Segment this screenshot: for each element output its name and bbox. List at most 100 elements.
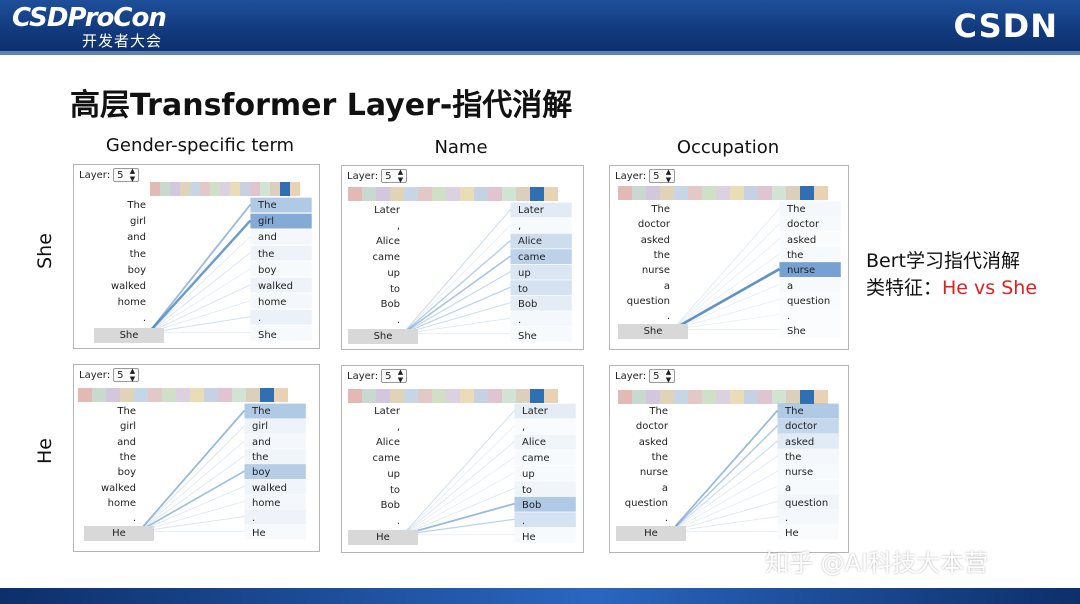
right-token[interactable]: Bob xyxy=(515,297,573,312)
attention-head-swatch[interactable] xyxy=(632,390,646,404)
attention-head-swatch[interactable] xyxy=(716,390,730,404)
attention-head-swatch[interactable] xyxy=(230,182,240,196)
attention-head-swatch[interactable] xyxy=(646,186,660,200)
attention-head-swatch[interactable] xyxy=(800,186,814,200)
right-token[interactable]: He xyxy=(782,526,840,541)
right-token[interactable]: the xyxy=(249,450,307,465)
attention-head-swatch[interactable] xyxy=(530,389,544,403)
right-token[interactable]: a xyxy=(782,481,840,496)
right-token[interactable]: the xyxy=(255,247,313,262)
attention-head-swatch[interactable] xyxy=(730,390,744,404)
right-token[interactable]: She xyxy=(784,324,842,339)
attention-head-swatch[interactable] xyxy=(618,390,632,404)
right-token[interactable]: . xyxy=(784,309,842,324)
attention-head-swatch[interactable] xyxy=(270,182,280,196)
attention-head-swatch[interactable] xyxy=(744,390,758,404)
left-token[interactable]: . xyxy=(610,511,668,526)
left-token[interactable]: nurse xyxy=(610,465,668,480)
left-token[interactable]: Bob xyxy=(342,498,400,513)
attention-head-swatch[interactable] xyxy=(516,187,530,201)
left-token[interactable]: Alice xyxy=(342,435,400,450)
right-token[interactable]: a xyxy=(784,279,842,294)
attention-head-swatch[interactable] xyxy=(92,388,106,402)
attention-head-swatch[interactable] xyxy=(702,186,716,200)
right-token[interactable]: He xyxy=(249,526,307,541)
attention-head-swatch[interactable] xyxy=(418,187,432,201)
left-token[interactable]: the xyxy=(86,247,146,262)
query-token[interactable]: He xyxy=(616,526,686,542)
attention-head-swatch[interactable] xyxy=(274,388,288,402)
attention-head-swatch[interactable] xyxy=(758,186,772,200)
attention-head-swatch[interactable] xyxy=(786,186,800,200)
attention-head-swatch[interactable] xyxy=(390,187,404,201)
attention-head-swatch[interactable] xyxy=(502,187,516,201)
attention-head-swatch[interactable] xyxy=(446,389,460,403)
attention-head-swatch[interactable] xyxy=(220,182,230,196)
attention-head-swatch[interactable] xyxy=(148,388,162,402)
attention-head-swatch[interactable] xyxy=(814,390,828,404)
query-token[interactable]: She xyxy=(348,328,418,344)
attention-head-swatch[interactable] xyxy=(232,388,246,402)
right-token[interactable]: to xyxy=(515,282,573,297)
attention-head-swatch[interactable] xyxy=(716,186,730,200)
right-token[interactable]: to xyxy=(519,483,577,498)
right-token[interactable]: the xyxy=(784,248,842,263)
attention-head-swatch[interactable] xyxy=(530,187,544,201)
attention-head-swatch[interactable] xyxy=(516,389,530,403)
right-token[interactable]: up xyxy=(519,467,577,482)
query-token[interactable]: He xyxy=(84,526,154,542)
left-token[interactable]: The xyxy=(86,198,146,213)
left-token[interactable]: . xyxy=(76,511,136,526)
left-token[interactable]: the xyxy=(76,450,136,465)
left-token[interactable]: nurse xyxy=(610,263,670,278)
attention-head-swatch[interactable] xyxy=(246,388,260,402)
right-token[interactable]: walked xyxy=(249,481,307,496)
attention-head-swatch[interactable] xyxy=(190,182,200,196)
left-token[interactable]: doctor xyxy=(610,419,668,434)
attention-head-swatch[interactable] xyxy=(180,182,190,196)
attention-head-swatch[interactable] xyxy=(240,182,250,196)
attention-head-swatch[interactable] xyxy=(432,389,446,403)
attention-head-swatch[interactable] xyxy=(674,186,688,200)
left-token[interactable]: question xyxy=(610,496,668,511)
attention-head-swatch[interactable] xyxy=(200,182,210,196)
right-token[interactable]: She xyxy=(515,329,573,344)
query-token[interactable]: She xyxy=(94,327,164,343)
attention-head-swatch[interactable] xyxy=(190,388,204,402)
right-token[interactable]: The xyxy=(782,404,840,419)
left-token[interactable]: . xyxy=(86,311,146,326)
layer-select[interactable]: 5 ▲▼ xyxy=(649,368,676,384)
right-token[interactable]: doctor xyxy=(782,419,840,434)
attention-head-swatch[interactable] xyxy=(280,182,290,196)
attention-head-swatch[interactable] xyxy=(162,388,176,402)
attention-head-swatch[interactable] xyxy=(348,187,362,201)
right-token[interactable]: . xyxy=(782,511,840,526)
right-token[interactable]: Bob xyxy=(519,498,577,513)
right-token[interactable]: Alice xyxy=(515,234,573,249)
attention-head-swatch[interactable] xyxy=(502,389,516,403)
left-token[interactable]: Alice xyxy=(342,234,400,249)
right-token[interactable]: and xyxy=(249,435,307,450)
attention-head-swatch[interactable] xyxy=(544,187,558,201)
attention-head-swatch[interactable] xyxy=(106,388,120,402)
attention-head-swatch[interactable] xyxy=(460,389,474,403)
layer-select[interactable]: 5 ▲▼ xyxy=(381,168,408,184)
left-token[interactable]: The xyxy=(610,202,670,217)
left-token[interactable]: a xyxy=(610,279,670,294)
left-token[interactable]: a xyxy=(610,481,668,496)
layer-select[interactable]: 5 ▲▼ xyxy=(649,168,676,184)
attention-head-swatch[interactable] xyxy=(150,182,160,196)
attention-head-swatch[interactable] xyxy=(390,389,404,403)
left-token[interactable]: . xyxy=(610,309,670,324)
attention-head-swatch[interactable] xyxy=(632,186,646,200)
attention-head-swatch[interactable] xyxy=(460,187,474,201)
layer-select[interactable]: 5 ▲▼ xyxy=(381,368,408,384)
attention-head-swatch[interactable] xyxy=(758,390,772,404)
layer-select[interactable]: 5 ▲▼ xyxy=(113,367,140,383)
attention-head-swatch[interactable] xyxy=(660,390,674,404)
left-token[interactable]: girl xyxy=(76,419,136,434)
attention-head-swatch[interactable] xyxy=(772,186,786,200)
right-token[interactable]: She xyxy=(255,328,313,343)
right-token[interactable]: asked xyxy=(784,233,842,248)
attention-head-swatch[interactable] xyxy=(170,182,180,196)
